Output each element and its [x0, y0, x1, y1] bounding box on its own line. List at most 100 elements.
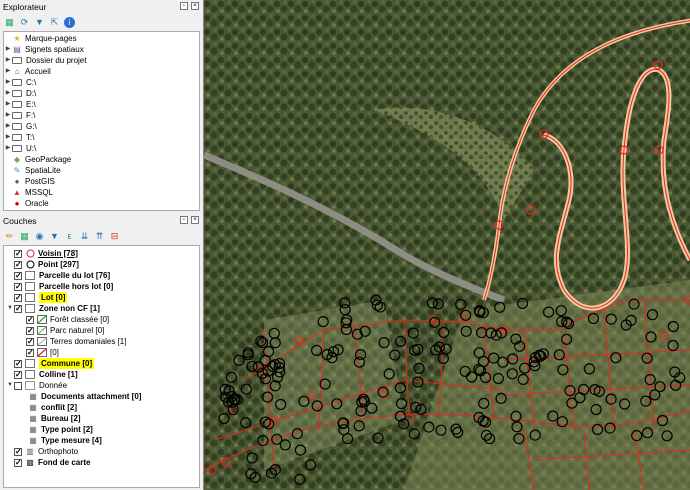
add-layer-icon[interactable]: ▦	[4, 17, 15, 28]
collapse-arrow-icon[interactable]: ▼	[6, 303, 14, 314]
layer-checkbox[interactable]	[14, 293, 22, 302]
browser-item[interactable]: ▶ C:\	[4, 77, 199, 88]
layer-checkbox[interactable]	[14, 304, 22, 313]
browser-item[interactable]: ▶ D:\	[4, 88, 199, 99]
layer-checkbox[interactable]	[14, 359, 22, 368]
expand-arrow-icon[interactable]: ▶	[4, 88, 12, 99]
close-icon[interactable]: ×	[191, 216, 199, 224]
browser-item[interactable]: ▶ U:\	[4, 143, 199, 154]
layer-checkbox[interactable]	[26, 337, 34, 346]
postgis-icon: ●	[14, 177, 20, 186]
layer-colline[interactable]: Colline [1]	[4, 369, 199, 380]
folder-icon	[12, 134, 22, 141]
browser-item[interactable]: ◆ GeoPackage	[4, 154, 199, 165]
layer-parcelle-du-lot[interactable]: Parcelle du lot [76]	[4, 270, 199, 281]
browser-toolbar: ▦ ⟳ ▼ ⇱ i	[0, 14, 203, 31]
expand-all-icon[interactable]: ⇊	[79, 231, 90, 242]
browser-item[interactable]: ● Oracle	[4, 198, 199, 209]
layer-parcelle-hors-lot[interactable]: Parcelle hors lot [0]	[4, 281, 199, 292]
browser-item[interactable]: ● PostGIS	[4, 176, 199, 187]
browser-item[interactable]: ▶ G:\	[4, 121, 199, 132]
hatch-lightgreen-symbol-icon	[37, 326, 47, 336]
layer-point[interactable]: Point [297]	[4, 259, 199, 270]
polygon-symbol-icon	[25, 282, 35, 291]
table-type-point[interactable]: ▦ Type point [2]	[4, 424, 199, 435]
layers-panel-title: Couches ▫ ×	[0, 214, 203, 228]
browser-item[interactable]: ▶ ▤ Signets spatiaux	[4, 44, 199, 55]
browser-item[interactable]: ▶ Dossier du projet	[4, 55, 199, 66]
layer-foret-classee[interactable]: Forêt classée [0]	[4, 314, 199, 325]
browser-item[interactable]: ▶ ⌂ Accueil	[4, 66, 199, 77]
layer-checkbox[interactable]	[14, 381, 22, 390]
polygon-symbol-icon	[25, 293, 35, 302]
layer-lot[interactable]: Lot [0]	[4, 292, 199, 303]
layer-voisin[interactable]: Voisin [78]	[4, 248, 199, 259]
polygon-symbol-icon	[25, 359, 35, 368]
layer-checkbox[interactable]	[14, 271, 22, 280]
info-icon[interactable]: i	[64, 17, 75, 28]
layer-checkbox[interactable]	[14, 447, 22, 456]
table-icon: ▦	[29, 436, 37, 445]
layer-terres-domaniales[interactable]: Terres domaniales [1]	[4, 336, 199, 347]
browser-item[interactable]: ▲ MSSQL	[4, 187, 199, 198]
collapse-all-icon[interactable]: ⇈	[94, 231, 105, 242]
browser-item[interactable]: ▶ F:\	[4, 110, 199, 121]
layer-parc-naturel[interactable]: Parc naturel [0]	[4, 325, 199, 336]
map-canvas[interactable]	[204, 0, 690, 490]
visibility-icon[interactable]: ◉	[34, 231, 45, 242]
hatch-gray-symbol-icon	[37, 337, 47, 347]
table-bureau[interactable]: ▦ Bureau [2]	[4, 413, 199, 424]
expand-arrow-icon[interactable]: ▶	[4, 132, 12, 143]
expand-arrow-icon[interactable]: ▶	[4, 55, 12, 66]
group-donnee[interactable]: ▼ Donnée	[4, 380, 199, 391]
layer-checkbox[interactable]	[26, 326, 34, 335]
add-group-icon[interactable]: ▦	[19, 231, 30, 242]
browser-item[interactable]: ▶ E:\	[4, 99, 199, 110]
table-documents-attachment[interactable]: ▦ Documents attachment [0]	[4, 391, 199, 402]
layer-checkbox[interactable]	[14, 282, 22, 291]
layer-orthophoto[interactable]: ▥ Orthophoto	[4, 446, 199, 457]
layer-checkbox[interactable]	[26, 315, 34, 324]
table-type-mesure[interactable]: ▦ Type mesure [4]	[4, 435, 199, 446]
collapse-all-icon[interactable]: ⇱	[49, 17, 60, 28]
left-dock: Explorateur ▫ × ▦ ⟳ ▼ ⇱ i ★ Marque-pages …	[0, 0, 203, 490]
float-icon[interactable]: ▫	[180, 2, 188, 10]
browser-tree: ★ Marque-pages ▶ ▤ Signets spatiaux ▶ Dossie…	[3, 31, 200, 211]
expand-arrow-icon[interactable]: ▶	[4, 99, 12, 110]
expand-arrow-icon[interactable]: ▶	[4, 121, 12, 132]
style-icon[interactable]: ✏	[4, 231, 15, 242]
browser-item[interactable]: ✎ SpatiaLite	[4, 165, 199, 176]
layers-tree: Voisin [78] Point [297] Parcelle du lot …	[3, 245, 200, 488]
layer-checkbox[interactable]	[14, 458, 22, 467]
float-icon[interactable]: ▫	[180, 216, 188, 224]
expand-arrow-icon[interactable]: ▶	[4, 66, 12, 77]
close-icon[interactable]: ×	[191, 2, 199, 10]
group-folder-icon	[25, 381, 35, 390]
spatialite-icon: ✎	[13, 166, 21, 175]
table-icon: ▦	[29, 425, 37, 434]
bookmark-icon: ▤	[13, 45, 21, 54]
expand-arrow-icon[interactable]: ▶	[4, 44, 12, 55]
browser-item[interactable]: ▶ T:\	[4, 132, 199, 143]
layer-checkbox[interactable]	[14, 260, 22, 269]
map-svg[interactable]	[204, 0, 690, 490]
layer-checkbox[interactable]	[14, 249, 22, 258]
filter-icon[interactable]: ▼	[34, 17, 45, 28]
collapse-arrow-icon[interactable]: ▼	[6, 380, 14, 391]
browser-item[interactable]: ★ Marque-pages	[4, 33, 199, 44]
group-zone-non-cf[interactable]: ▼ Zone non CF [1]	[4, 303, 199, 314]
remove-layer-icon[interactable]: ⊟	[109, 231, 120, 242]
layer-checkbox[interactable]	[26, 348, 34, 357]
table-conflit[interactable]: ▦ conflit [2]	[4, 402, 199, 413]
refresh-icon[interactable]: ⟳	[19, 17, 30, 28]
filter-icon[interactable]: ▼	[49, 231, 60, 242]
layer-fond-de-carte[interactable]: ▩ Fond de carte	[4, 457, 199, 468]
expand-arrow-icon[interactable]: ▶	[4, 143, 12, 154]
expand-arrow-icon[interactable]: ▶	[4, 110, 12, 121]
layer-checkbox[interactable]	[14, 370, 22, 379]
layer-commune[interactable]: Commune [0]	[4, 358, 199, 369]
filter-expression-icon[interactable]: ε	[64, 231, 75, 242]
table-icon: ▦	[29, 414, 37, 423]
expand-arrow-icon[interactable]: ▶	[4, 77, 12, 88]
layer-unnamed[interactable]: [0]	[4, 347, 199, 358]
